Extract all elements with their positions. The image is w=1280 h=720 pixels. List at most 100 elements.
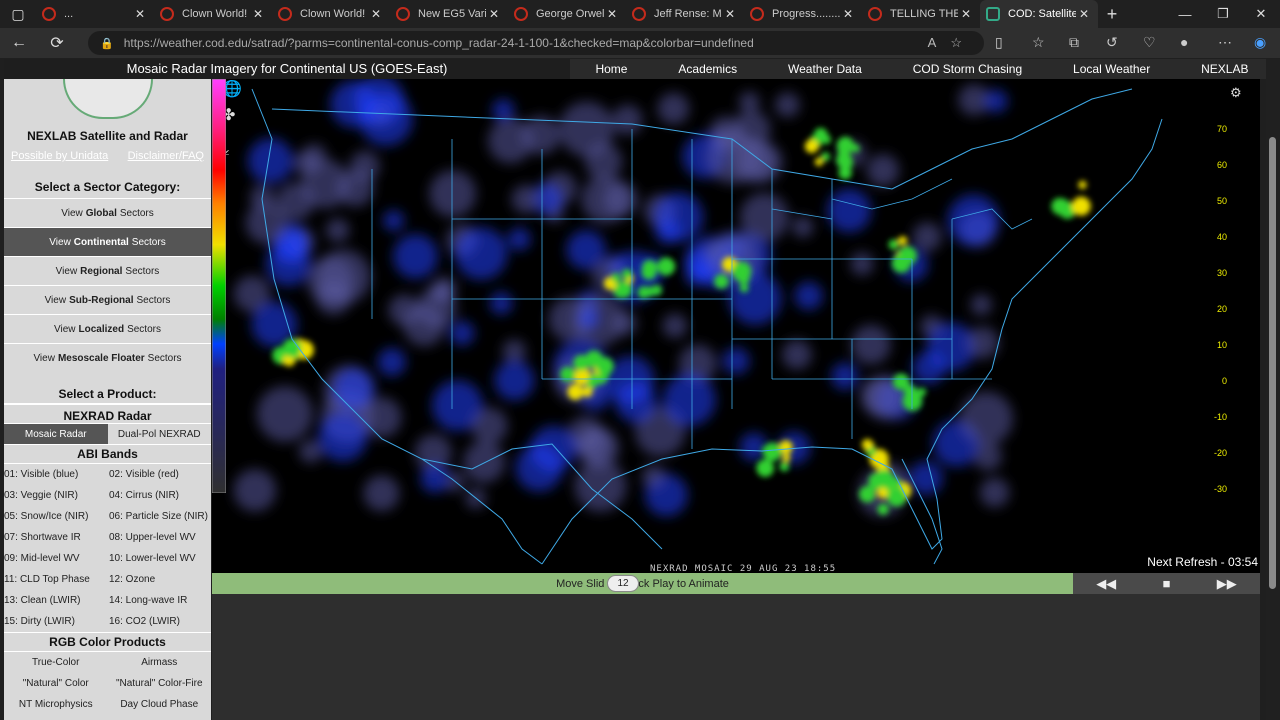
tab-close-icon[interactable]: ✕ bbox=[132, 7, 148, 21]
radar-map[interactable]: NEXRAD MOSAIC 29 AUG 23 18:55 🌐 ✤ ⤓ Next… bbox=[212, 79, 1260, 573]
nav-link-nexlab[interactable]: NEXLAB bbox=[1201, 62, 1248, 76]
nexrad-option[interactable]: Mosaic Radar bbox=[4, 424, 108, 444]
history-icon[interactable]: ↺ bbox=[1106, 34, 1118, 51]
abi-band-link[interactable]: 13: Clean (LWIR) bbox=[4, 595, 106, 606]
browser-tab[interactable]: TELLING THE T✕ bbox=[862, 0, 980, 28]
abi-band-link[interactable]: 14: Long-wave IR bbox=[106, 595, 211, 606]
unidata-link[interactable]: Possible by Unidata bbox=[11, 150, 108, 162]
abi-band-link[interactable]: 01: Visible (blue) bbox=[4, 469, 106, 480]
copilot-icon[interactable]: ◉ bbox=[1254, 34, 1266, 51]
radar-echo bbox=[487, 118, 533, 164]
scrollbar-thumb[interactable] bbox=[1269, 137, 1276, 589]
nav-link-local-weather[interactable]: Local Weather bbox=[1073, 62, 1150, 76]
tab-title: Clown World! W bbox=[182, 8, 250, 20]
browser-tab[interactable]: ... ✕ bbox=[36, 0, 154, 28]
rgb-product-link[interactable]: Airmass bbox=[108, 657, 212, 668]
abi-band-link[interactable]: 03: Veggie (NIR) bbox=[4, 490, 106, 501]
nav-link-weather-data[interactable]: Weather Data bbox=[788, 62, 862, 76]
stop-button[interactable]: ■ bbox=[1163, 576, 1171, 591]
nav-link-cod-storm-chasing[interactable]: COD Storm Chasing bbox=[913, 62, 1022, 76]
nexrad-option[interactable]: Dual-Pol NEXRAD bbox=[108, 424, 212, 444]
tab-title: Jeff Rense: Mic bbox=[654, 8, 722, 20]
tab-close-icon[interactable]: ✕ bbox=[604, 7, 620, 21]
close-window-icon[interactable]: ✕ bbox=[1242, 0, 1280, 28]
disclaimer-link[interactable]: Disclaimer/FAQ bbox=[128, 150, 204, 162]
browser-tab[interactable]: COD: Satellite ✕ bbox=[980, 0, 1098, 28]
tab-close-icon[interactable]: ✕ bbox=[1076, 7, 1092, 21]
settings-gear-icon[interactable]: ⚙ bbox=[1230, 85, 1242, 101]
abi-band-row: 11: CLD Top Phase 12: Ozone bbox=[4, 569, 211, 590]
nav-link-home[interactable]: Home bbox=[595, 62, 627, 76]
browser-tab[interactable]: Clown World! W✕ bbox=[272, 0, 390, 28]
maximize-icon[interactable]: ❐ bbox=[1204, 0, 1242, 28]
abi-band-link[interactable]: 10: Lower-level WV bbox=[106, 553, 211, 564]
reader-favorite-icons[interactable]: A☆ bbox=[928, 35, 976, 51]
abi-band-link[interactable]: 04: Cirrus (NIR) bbox=[106, 490, 211, 501]
abi-band-link[interactable]: 07: Shortwave IR bbox=[4, 532, 106, 543]
tab-close-icon[interactable]: ✕ bbox=[368, 7, 384, 21]
abi-band-link[interactable]: 08: Upper-level WV bbox=[106, 532, 211, 543]
sector-option-mesoscale-floater[interactable]: View Mesoscale Floater Sectors bbox=[4, 343, 211, 372]
abi-band-link[interactable]: 05: Snow/Ice (NIR) bbox=[4, 511, 106, 522]
abi-band-link[interactable]: 16: CO2 (LWIR) bbox=[106, 616, 211, 627]
browser-tab[interactable]: Clown World! W✕ bbox=[154, 0, 272, 28]
slider-hint-right: ck Play to Animate bbox=[638, 577, 729, 590]
tab-close-icon[interactable]: ✕ bbox=[722, 7, 738, 21]
abi-band-row: 09: Mid-level WV 10: Lower-level WV bbox=[4, 548, 211, 569]
abi-band-link[interactable]: 12: Ozone bbox=[106, 574, 211, 585]
rgb-product-link[interactable]: "Natural" Color-Fire bbox=[108, 678, 212, 689]
browser-tab[interactable]: New EG5 Varia ✕ bbox=[390, 0, 508, 28]
sector-option-continental[interactable]: View Continental Sectors bbox=[4, 227, 211, 256]
refresh-icon[interactable]: ⟳ bbox=[38, 33, 76, 53]
minimize-icon[interactable]: — bbox=[1166, 0, 1204, 28]
tab-title: Clown World! W bbox=[300, 8, 368, 20]
radar-cell bbox=[837, 145, 851, 158]
tab-actions-icon[interactable]: ▢ bbox=[0, 0, 36, 28]
browser-tab[interactable]: Progress......... ✕ bbox=[744, 0, 862, 28]
profile-avatar[interactable]: ● bbox=[1180, 34, 1188, 50]
back-icon[interactable]: ← bbox=[0, 34, 38, 52]
browser-tab[interactable]: George Orwell ✕ bbox=[508, 0, 626, 28]
reflectivity-colorbar bbox=[212, 79, 226, 493]
more-menu-icon[interactable]: ⋯ bbox=[1218, 34, 1232, 51]
extensions-icon[interactable]: ♡ bbox=[1143, 34, 1156, 51]
rewind-button[interactable]: ◀◀ bbox=[1096, 576, 1116, 592]
tab-close-icon[interactable]: ✕ bbox=[958, 7, 974, 21]
animation-slider-bar[interactable]: Move Slid ck Play to Animate 12 bbox=[212, 573, 1073, 594]
read-aloud-icon[interactable]: A bbox=[928, 35, 951, 50]
new-tab-button[interactable]: + bbox=[1098, 4, 1126, 25]
rgb-product-link[interactable]: Day Cloud Phase bbox=[108, 699, 212, 710]
sector-option-localized[interactable]: View Localized Sectors bbox=[4, 314, 211, 343]
abi-band-link[interactable]: 02: Visible (red) bbox=[106, 469, 211, 480]
abi-band-link[interactable]: 09: Mid-level WV bbox=[4, 553, 106, 564]
abi-band-link[interactable]: 11: CLD Top Phase bbox=[4, 574, 106, 585]
sector-option-regional[interactable]: View Regional Sectors bbox=[4, 256, 211, 285]
abi-band-link[interactable]: 06: Particle Size (NIR) bbox=[106, 511, 211, 522]
tab-close-icon[interactable]: ✕ bbox=[486, 7, 502, 21]
forward-button[interactable]: ▶▶ bbox=[1217, 576, 1237, 592]
rgb-product-link[interactable]: "Natural" Color bbox=[4, 678, 108, 689]
favorites-icon[interactable]: ☆ bbox=[1032, 34, 1045, 51]
sector-option-sub-regional[interactable]: View Sub-Regional Sectors bbox=[4, 285, 211, 314]
split-screen-icon[interactable]: ▯ bbox=[995, 34, 1003, 51]
browser-tab[interactable]: Jeff Rense: Mic✕ bbox=[626, 0, 744, 28]
tab-close-icon[interactable]: ✕ bbox=[250, 7, 266, 21]
radar-echo bbox=[959, 391, 1013, 446]
browser-tab-strip: ▢ ...✕Clown World! W✕Clown World! W✕New … bbox=[0, 0, 1280, 28]
frame-slider-knob[interactable]: 12 bbox=[607, 575, 639, 592]
radar-echo bbox=[420, 464, 450, 493]
tab-close-icon[interactable]: ✕ bbox=[840, 7, 856, 21]
radar-echo bbox=[739, 91, 760, 113]
collections-icon[interactable]: ⧉ bbox=[1069, 34, 1079, 51]
sector-option-global[interactable]: View Global Sectors bbox=[4, 198, 211, 227]
tab-title: George Orwell bbox=[536, 8, 604, 20]
colorbar-label: 50 bbox=[1216, 196, 1227, 206]
nav-link-academics[interactable]: Academics bbox=[678, 62, 737, 76]
product-heading: Select a Product: bbox=[58, 387, 157, 401]
sector-heading: Select a Sector Category: bbox=[34, 180, 181, 194]
url-field[interactable]: 🔒 https://weather.cod.edu/satrad/?parms=… bbox=[88, 31, 984, 55]
rgb-product-link[interactable]: NT Microphysics bbox=[4, 699, 108, 710]
rgb-product-link[interactable]: True-Color bbox=[4, 657, 108, 668]
abi-band-link[interactable]: 15: Dirty (LWIR) bbox=[4, 616, 106, 627]
page-scrollbar[interactable] bbox=[1266, 59, 1280, 720]
